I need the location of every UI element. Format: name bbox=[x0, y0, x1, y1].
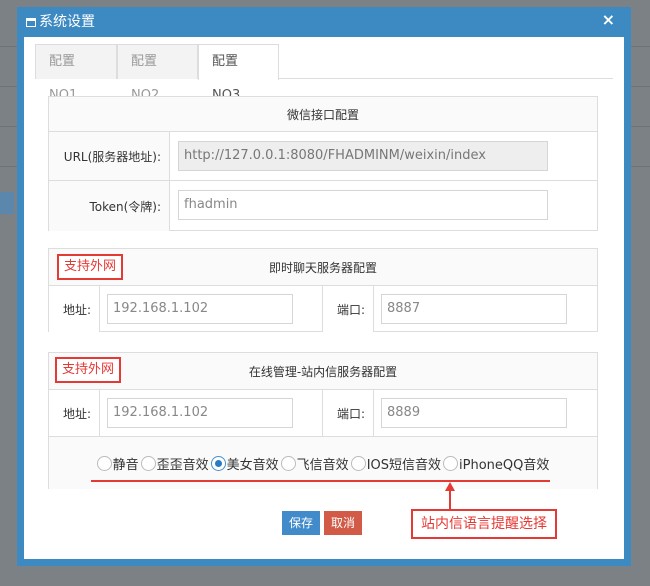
radio-checked-icon bbox=[210, 455, 226, 471]
cell-divider bbox=[373, 390, 374, 436]
url-input[interactable]: http://127.0.0.1:8080/FHADMINM/weixin/in… bbox=[178, 141, 548, 171]
sound-option-iphone-qq[interactable]: iPhoneQQ音效 bbox=[443, 454, 549, 473]
radio-icon bbox=[443, 455, 459, 471]
annotation-arrow-line bbox=[449, 490, 451, 509]
cell-divider bbox=[169, 181, 170, 231]
sound-option-ios-sms[interactable]: IOS短信音效 bbox=[350, 454, 442, 473]
dialog-titlebar: 系统设置 × bbox=[17, 7, 631, 37]
mail-address-input[interactable]: 192.168.1.102 bbox=[107, 398, 293, 428]
chat-address-label: 地址: bbox=[49, 286, 99, 332]
cell-divider bbox=[99, 390, 100, 436]
radio-label: 静音 bbox=[112, 457, 139, 473]
cell-divider bbox=[99, 286, 100, 332]
annotation-underline bbox=[91, 480, 550, 482]
sound-option-fetion[interactable]: 飞信音效 bbox=[280, 454, 349, 473]
mail-port-input[interactable]: 8889 bbox=[381, 398, 567, 428]
weixin-header-row: 微信接口配置 bbox=[49, 97, 597, 131]
chat-header-row: 即时聊天服务器配置 bbox=[49, 249, 597, 285]
weixin-url-row: URL(服务器地址): http://127.0.0.1:8080/FHADMI… bbox=[49, 131, 597, 180]
mail-server-panel: 在线管理-站内信服务器配置 地址: 192.168.1.102 端口: 8889… bbox=[48, 352, 598, 489]
tab-config-no1[interactable]: 配置 NO1 bbox=[35, 44, 117, 103]
chat-address-row: 地址: 192.168.1.102 端口: 8887 bbox=[49, 285, 597, 332]
sound-option-waiwai[interactable]: 歪歪音效 bbox=[140, 454, 209, 473]
radio-label: 美女音效 bbox=[226, 457, 279, 473]
weixin-config-panel: 微信接口配置 URL(服务器地址): http://127.0.0.1:8080… bbox=[48, 96, 598, 231]
radio-label: 歪歪音效 bbox=[156, 457, 209, 473]
window-icon bbox=[26, 18, 36, 27]
external-network-badge: 支持外网 bbox=[57, 254, 124, 280]
mail-port-label: 端口: bbox=[323, 390, 373, 436]
mail-header-row: 在线管理-站内信服务器配置 bbox=[49, 353, 597, 389]
mail-server-header: 在线管理-站内信服务器配置 bbox=[49, 353, 597, 389]
settings-dialog: 系统设置 × 配置 NO1 配置 NO2 配置 NO3 微信接口配置 URL(服… bbox=[17, 7, 631, 566]
chat-server-header: 即时聊天服务器配置 bbox=[49, 249, 597, 285]
token-label: Token(令牌): bbox=[49, 181, 169, 231]
radio-icon bbox=[140, 455, 156, 471]
token-input[interactable]: fhadmin bbox=[178, 190, 548, 220]
save-button[interactable]: 保存 bbox=[282, 511, 321, 535]
sound-option-beauty[interactable]: 美女音效 bbox=[210, 454, 279, 473]
weixin-header: 微信接口配置 bbox=[49, 97, 597, 131]
chat-address-input[interactable]: 192.168.1.102 bbox=[107, 294, 293, 324]
url-label: URL(服务器地址): bbox=[49, 132, 169, 180]
dialog-content: 配置 NO1 配置 NO2 配置 NO3 微信接口配置 URL(服务器地址): … bbox=[24, 37, 624, 559]
radio-icon bbox=[96, 455, 112, 471]
tab-bar: 配置 NO1 配置 NO2 配置 NO3 bbox=[35, 44, 613, 103]
chat-port-input[interactable]: 8887 bbox=[381, 294, 567, 324]
annotation-callout: 站内信语言提醒选择 bbox=[411, 509, 557, 539]
weixin-token-row: Token(令牌): fhadmin bbox=[49, 180, 597, 231]
chat-server-panel: 即时聊天服务器配置 地址: 192.168.1.102 端口: 8887 bbox=[48, 248, 598, 332]
chat-port-label: 端口: bbox=[323, 286, 373, 332]
radio-label: iPhoneQQ音效 bbox=[459, 457, 550, 473]
radio-icon bbox=[280, 455, 296, 471]
radio-label: 飞信音效 bbox=[296, 457, 349, 473]
sound-option-mute[interactable]: 静音 bbox=[96, 454, 139, 473]
dialog-title: 系统设置 bbox=[39, 14, 95, 30]
tab-config-no3[interactable]: 配置 NO3 bbox=[198, 44, 279, 103]
radio-label: IOS短信音效 bbox=[366, 457, 442, 473]
cell-divider bbox=[169, 132, 170, 180]
tab-config-no2[interactable]: 配置 NO2 bbox=[117, 44, 198, 103]
close-icon[interactable]: × bbox=[602, 5, 615, 35]
mail-address-row: 地址: 192.168.1.102 端口: 8889 bbox=[49, 389, 597, 436]
radio-icon bbox=[350, 455, 366, 471]
cancel-button[interactable]: 取消 bbox=[324, 511, 363, 535]
background-button bbox=[0, 192, 14, 214]
cell-divider bbox=[373, 286, 374, 332]
mail-address-label: 地址: bbox=[49, 390, 99, 436]
external-network-badge: 支持外网 bbox=[55, 357, 122, 383]
